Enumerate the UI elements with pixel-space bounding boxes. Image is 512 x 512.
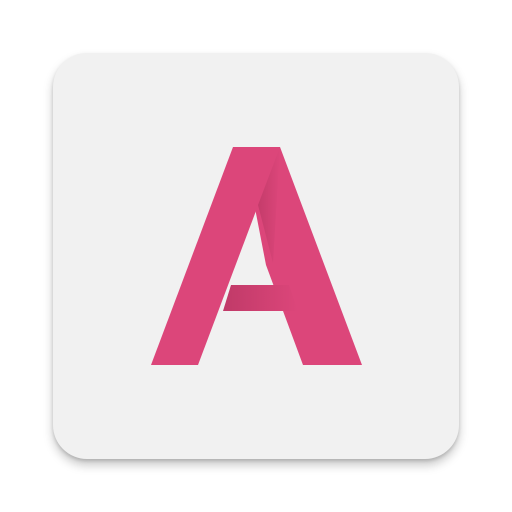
logo-right-stroke — [233, 147, 362, 365]
logo-crossbar — [223, 285, 298, 311]
app-launcher-icon[interactable] — [53, 53, 459, 459]
letter-a-logo-icon — [151, 147, 362, 365]
icon-canvas — [0, 0, 512, 512]
